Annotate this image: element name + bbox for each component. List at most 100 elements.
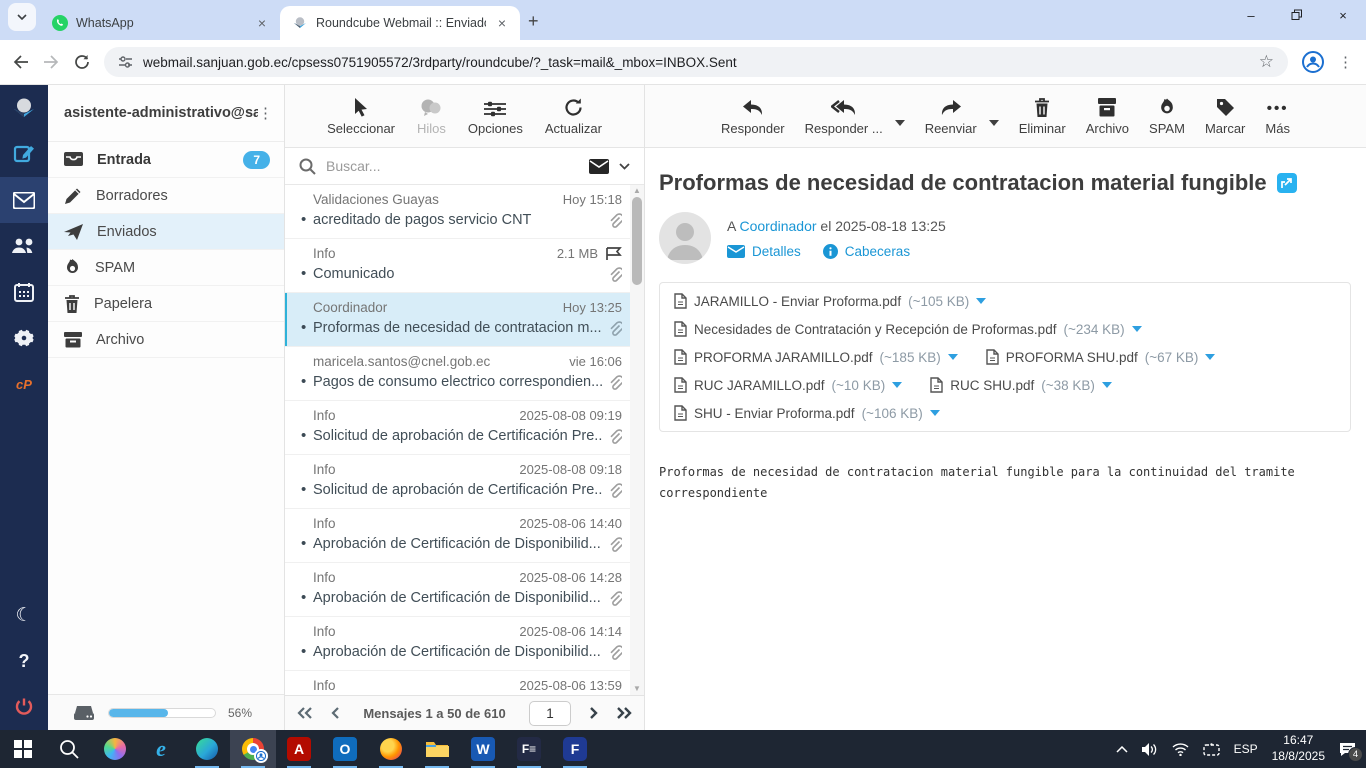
site-controls-icon[interactable]	[118, 55, 133, 69]
wifi-icon[interactable]	[1172, 742, 1189, 756]
attachment-menu-icon[interactable]	[1131, 326, 1142, 332]
forticlient-button[interactable]: F≡	[506, 730, 552, 768]
firefox-button[interactable]	[368, 730, 414, 768]
folder-papelera[interactable]: Papelera	[48, 286, 284, 322]
refresh-icon[interactable]	[74, 54, 90, 70]
recipient-link[interactable]: Coordinador	[739, 218, 816, 234]
tray-expand-icon[interactable]	[1116, 745, 1128, 753]
attachment-item[interactable]: PROFORMA JARAMILLO.pdf (~185 KB)	[674, 343, 958, 371]
cpanel-nav-button[interactable]: cP	[0, 361, 48, 407]
reply-button[interactable]: Responder	[721, 97, 785, 136]
back-icon[interactable]	[12, 54, 29, 70]
settings-nav-button[interactable]	[0, 315, 48, 361]
folder-borradores[interactable]: Borradores	[48, 178, 284, 214]
language-indicator[interactable]: ESP	[1234, 742, 1258, 756]
notification-center-button[interactable]: 4	[1339, 742, 1363, 762]
tab-whatsapp[interactable]: WhatsApp ×	[40, 6, 280, 40]
message-row[interactable]: Info 2025-08-06 14:40 • Aprobación de Cert…	[285, 509, 630, 563]
copilot-button[interactable]	[92, 730, 138, 768]
profile-icon[interactable]	[1302, 51, 1324, 73]
attachment-menu-icon[interactable]	[976, 298, 987, 304]
account-menu-icon[interactable]: ⋮	[258, 104, 274, 122]
help-button[interactable]: ?	[0, 638, 48, 684]
start-button[interactable]	[0, 730, 46, 768]
last-page-icon[interactable]	[616, 707, 632, 719]
spam-button[interactable]: SPAM	[1149, 97, 1185, 136]
forward-caret-icon[interactable]	[988, 120, 999, 126]
folder-spam[interactable]: SPAM	[48, 250, 284, 286]
message-row[interactable]: Info 2025-08-06 14:14 • Aprobación de Cert…	[285, 617, 630, 671]
tab-close-icon[interactable]: ×	[494, 15, 510, 31]
attachment-menu-icon[interactable]	[1101, 382, 1112, 388]
bookmark-star-icon[interactable]: ☆	[1259, 52, 1274, 72]
message-row[interactable]: maricela.santos@cnel.gob.ec vie 16:06 • Pa…	[285, 347, 630, 401]
message-row[interactable]: Info 2025-08-06 13:59	[285, 671, 630, 695]
search-scope-mail-icon[interactable]	[589, 158, 609, 174]
message-row-selected[interactable]: Coordinador Hoy 13:25 • Proformas de neces…	[285, 293, 630, 347]
search-options-chevron-icon[interactable]	[619, 162, 630, 170]
message-row[interactable]: Validaciones Guayas Hoy 15:18 • acreditado…	[285, 185, 630, 239]
folder-entrada[interactable]: Entrada 7	[48, 142, 284, 178]
new-tab-button[interactable]: +	[528, 11, 539, 32]
attachment-item[interactable]: RUC JARAMILLO.pdf (~10 KB)	[674, 371, 903, 399]
prev-page-icon[interactable]	[331, 707, 340, 719]
attachment-item[interactable]: PROFORMA SHU.pdf (~67 KB)	[986, 343, 1216, 371]
attachment-item[interactable]: RUC SHU.pdf (~38 KB)	[930, 371, 1112, 399]
message-row[interactable]: Info 2025-08-08 09:18 • Solicitud de aprob…	[285, 455, 630, 509]
attachment-menu-icon[interactable]	[947, 354, 958, 360]
scrollbar-thumb[interactable]	[632, 197, 642, 285]
clock[interactable]: 16:47 18/8/2025	[1272, 733, 1325, 764]
tab-roundcube[interactable]: Roundcube Webmail :: Enviados ×	[280, 6, 520, 40]
meet-now-icon[interactable]	[1202, 742, 1220, 756]
chrome-button[interactable]	[230, 730, 276, 768]
compose-button[interactable]	[0, 131, 48, 177]
logout-button[interactable]	[0, 684, 48, 730]
tab-search-button[interactable]	[8, 3, 36, 31]
window-close-button[interactable]: ×	[1320, 0, 1366, 30]
select-button[interactable]: Seleccionar	[327, 97, 395, 136]
more-button[interactable]: ••• Más	[1265, 97, 1290, 136]
attachment-menu-icon[interactable]	[929, 410, 940, 416]
taskbar-search-button[interactable]	[46, 730, 92, 768]
file-explorer-button[interactable]	[414, 730, 460, 768]
contacts-nav-button[interactable]	[0, 223, 48, 269]
archive-button[interactable]: Archivo	[1086, 97, 1129, 136]
internet-explorer-button[interactable]: e	[138, 730, 184, 768]
list-scrollbar[interactable]: ▲ ▼	[630, 185, 644, 695]
word-button[interactable]: W	[460, 730, 506, 768]
delete-button[interactable]: Eliminar	[1019, 97, 1066, 136]
headers-toggle[interactable]: Cabeceras	[822, 244, 910, 259]
url-bar[interactable]: webmail.sanjuan.gob.ec/cpsess0751905572/…	[104, 47, 1288, 77]
message-row[interactable]: Info 2.1 MB • Comunicado	[285, 239, 630, 293]
attachment-item[interactable]: Necesidades de Contratación y Recepción …	[674, 315, 1142, 343]
attachment-menu-icon[interactable]	[892, 382, 903, 388]
attachment-menu-icon[interactable]	[1205, 354, 1216, 360]
folder-enviados[interactable]: Enviados	[48, 214, 284, 250]
mark-button[interactable]: Marcar	[1205, 97, 1245, 136]
page-input[interactable]: 1	[529, 700, 571, 726]
forward-button[interactable]: Reenviar	[925, 97, 977, 136]
acrobat-button[interactable]: A	[276, 730, 322, 768]
open-in-new-window-icon[interactable]	[1276, 173, 1297, 193]
search-bar[interactable]: Buscar...	[285, 148, 644, 185]
message-row[interactable]: Info 2025-08-06 14:28 • Aprobación de Cert…	[285, 563, 630, 617]
mail-nav-button[interactable]	[0, 177, 48, 223]
options-button[interactable]: Opciones	[468, 97, 523, 136]
outlook-button[interactable]: O	[322, 730, 368, 768]
foxit-button[interactable]: F	[552, 730, 598, 768]
first-page-icon[interactable]	[297, 707, 313, 719]
volume-icon[interactable]	[1141, 742, 1158, 756]
reply-all-button[interactable]: Responder ...	[805, 97, 883, 136]
attachment-item[interactable]: JARAMILLO - Enviar Proforma.pdf (~105 KB…	[674, 287, 987, 315]
edge-button[interactable]	[184, 730, 230, 768]
calendar-nav-button[interactable]	[0, 269, 48, 315]
refresh-list-button[interactable]: Actualizar	[545, 97, 602, 136]
window-restore-button[interactable]	[1274, 0, 1320, 30]
tab-close-icon[interactable]: ×	[254, 15, 270, 31]
folder-archivo[interactable]: Archivo	[48, 322, 284, 358]
message-row[interactable]: Info 2025-08-08 09:19 • Solicitud de aprob…	[285, 401, 630, 455]
window-minimize-button[interactable]: –	[1228, 0, 1274, 30]
reply-all-caret-icon[interactable]	[894, 120, 905, 126]
dark-mode-button[interactable]: ☾	[0, 592, 48, 638]
scroll-up-icon[interactable]: ▲	[630, 185, 644, 197]
